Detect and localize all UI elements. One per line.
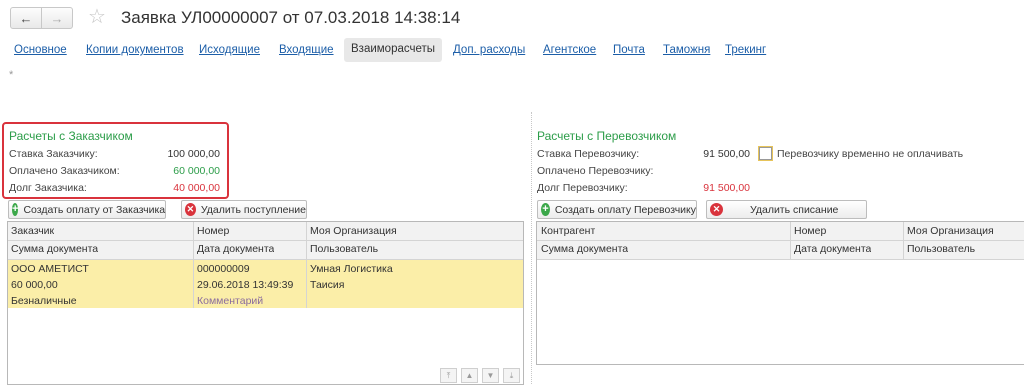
- customer-documents-table[interactable]: Заказчик Номер Моя Организация Сумма док…: [7, 221, 524, 385]
- column-document-amount[interactable]: Сумма документа: [11, 243, 98, 255]
- column-number[interactable]: Номер: [794, 225, 826, 237]
- cell-payment-type: Безналичные: [11, 295, 77, 307]
- tab-settlements[interactable]: Взаиморасчеты: [344, 38, 443, 62]
- customer-debt-label: Долг Заказчика:: [9, 182, 87, 194]
- column-counterparty[interactable]: Контрагент: [541, 225, 595, 237]
- scroll-up-button[interactable]: ▲: [461, 368, 478, 383]
- tab-customs[interactable]: Таможня: [663, 44, 710, 56]
- page-title: Заявка УЛ00000007 от 07.03.2018 14:38:14: [121, 8, 461, 27]
- column-user[interactable]: Пользователь: [310, 243, 378, 255]
- create-carrier-payment-label: Создать оплату Перевозчику: [554, 203, 696, 216]
- carrier-paid-label: Оплачено Перевозчику:: [537, 165, 654, 177]
- scroll-bottom-button[interactable]: ⤓: [503, 368, 520, 383]
- scroll-top-button[interactable]: ⤒: [440, 368, 457, 383]
- tab-incoming[interactable]: Входящие: [279, 44, 334, 56]
- cell-user: Таисия: [310, 279, 345, 291]
- delete-receipt-button[interactable]: ✕ Удалить поступление: [181, 200, 307, 219]
- plus-icon: +: [12, 203, 19, 216]
- cell-number: 000000009: [197, 263, 250, 275]
- cell-comment: Комментарий: [197, 295, 264, 307]
- tab-outgoing[interactable]: Исходящие: [199, 44, 260, 56]
- scroll-down-button[interactable]: ▼: [482, 368, 499, 383]
- column-customer[interactable]: Заказчик: [11, 225, 54, 237]
- tab-document-copies[interactable]: Копии документов: [86, 44, 184, 56]
- carrier-documents-table[interactable]: Контрагент Номер Моя Организация Сумма д…: [536, 221, 1024, 365]
- carrier-debt-value: 91 500,00: [703, 182, 750, 194]
- history-nav: ← →: [10, 7, 73, 29]
- column-document-date[interactable]: Дата документа: [794, 243, 871, 255]
- tab-mail[interactable]: Почта: [613, 44, 645, 56]
- cell-customer: ООО АМЕТИСТ: [11, 263, 89, 275]
- customer-paid-value: 60 000,00: [173, 165, 220, 177]
- cell-organization: Умная Логистика: [310, 263, 393, 275]
- panel-divider: [531, 112, 532, 384]
- delete-icon: ✕: [710, 203, 723, 216]
- tab-main[interactable]: Основное: [14, 44, 67, 56]
- forward-button[interactable]: →: [41, 8, 72, 28]
- tab-extra-expenses[interactable]: Доп. расходы: [453, 44, 525, 56]
- tab-agency[interactable]: Агентское: [543, 44, 596, 56]
- delete-writeoff-label: Удалить списание: [750, 203, 839, 216]
- table-scroll-buttons: ⤒ ▲ ▼ ⤓: [440, 368, 524, 384]
- customer-paid-label: Оплачено Заказчиком:: [9, 165, 120, 177]
- customer-section-title: Расчеты с Заказчиком: [9, 129, 133, 143]
- carrier-section-title: Расчеты с Перевозчиком: [537, 129, 677, 143]
- column-my-organization[interactable]: Моя Организация: [907, 225, 994, 237]
- back-button[interactable]: ←: [11, 8, 41, 28]
- carrier-rate-label: Ставка Перевозчику:: [537, 148, 640, 160]
- no-pay-checkbox[interactable]: [758, 146, 773, 161]
- cell-date: 29.06.2018 13:49:39: [197, 279, 294, 291]
- create-customer-payment-label: Создать оплату от Заказчика: [23, 203, 166, 216]
- column-user[interactable]: Пользователь: [907, 243, 975, 255]
- no-pay-checkbox-label[interactable]: Перевозчику временно не оплачивать: [777, 148, 963, 160]
- customer-rate-label: Ставка Заказчику:: [9, 148, 98, 160]
- column-document-date[interactable]: Дата документа: [197, 243, 274, 255]
- column-my-organization[interactable]: Моя Организация: [310, 225, 397, 237]
- create-customer-payment-button[interactable]: + Создать оплату от Заказчика: [8, 200, 166, 219]
- cell-amount: 60 000,00: [11, 279, 58, 291]
- modified-marker: *: [9, 69, 14, 81]
- carrier-rate-value: 91 500,00: [703, 148, 750, 160]
- column-document-amount[interactable]: Сумма документа: [541, 243, 628, 255]
- delete-receipt-label: Удалить поступление: [200, 203, 306, 216]
- tab-tracking[interactable]: Трекинг: [725, 44, 766, 56]
- customer-debt-value: 40 000,00: [173, 182, 220, 194]
- plus-icon: +: [541, 203, 550, 216]
- favorite-star-icon[interactable]: ☆: [88, 6, 106, 28]
- delete-icon: ✕: [185, 203, 196, 216]
- carrier-debt-label: Долг Перевозчику:: [537, 182, 628, 194]
- create-carrier-payment-button[interactable]: + Создать оплату Перевозчику: [537, 200, 697, 219]
- column-number[interactable]: Номер: [197, 225, 229, 237]
- delete-writeoff-button[interactable]: ✕ Удалить списание: [706, 200, 867, 219]
- customer-rate-value: 100 000,00: [167, 148, 220, 160]
